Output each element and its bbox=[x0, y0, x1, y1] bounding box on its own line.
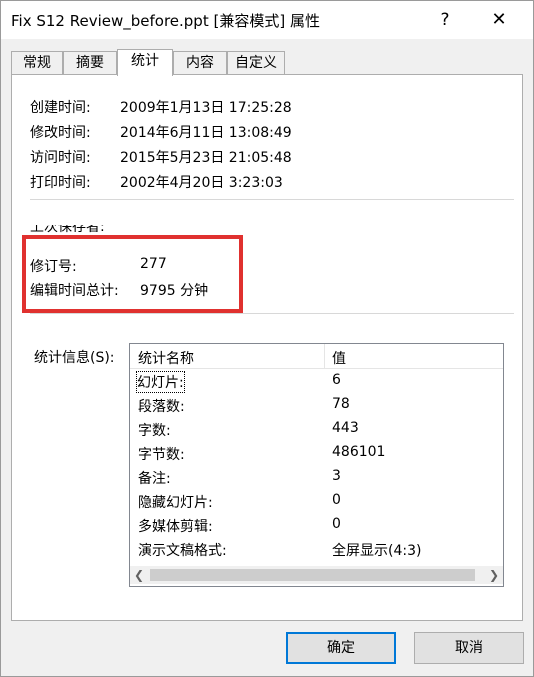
column-header-name[interactable]: 统计名称 bbox=[138, 348, 194, 368]
stat-name: 段落数: bbox=[138, 399, 185, 415]
stat-value: 全屏显示(4:3) bbox=[332, 543, 422, 559]
window-title: Fix S12 Review_before.ppt [兼容模式] 属性 bbox=[11, 12, 320, 30]
statistics-list[interactable]: 统计名称 值 幻灯片: 6 段落数: 78 字数: 443 字节数: 48610… bbox=[129, 343, 504, 587]
divider bbox=[30, 313, 514, 314]
list-item[interactable]: 备注: 3 bbox=[130, 465, 503, 489]
list-item[interactable]: 演示文稿格式: 全屏显示(4:3) bbox=[130, 537, 503, 561]
tab-contents[interactable]: 内容 bbox=[173, 51, 227, 74]
cancel-button[interactable]: 取消 bbox=[414, 632, 524, 664]
list-header: 统计名称 值 bbox=[130, 344, 503, 369]
stat-value: 486101 bbox=[332, 444, 386, 460]
accessed-label: 访问时间: bbox=[30, 150, 91, 166]
statistics-panel: 创建时间: 2009年1月13日 17:25:28 修改时间: 2014年6月1… bbox=[11, 74, 523, 621]
revision-label: 修订号: bbox=[30, 259, 77, 275]
statistics-label: 统计信息(S): bbox=[34, 350, 115, 366]
tab-summary[interactable]: 摘要 bbox=[63, 51, 117, 74]
printed-value: 2002年4月20日 3:23:03 bbox=[120, 175, 283, 191]
help-button[interactable]: ? bbox=[431, 6, 459, 34]
column-divider[interactable] bbox=[324, 344, 325, 368]
divider bbox=[30, 199, 514, 200]
list-item[interactable]: 幻灯片: 6 bbox=[130, 369, 503, 393]
stat-name: 演示文稿格式: bbox=[138, 543, 227, 559]
stat-value: 443 bbox=[332, 420, 359, 436]
stat-name: 隐藏幻灯片: bbox=[138, 495, 213, 511]
column-header-value[interactable]: 值 bbox=[332, 348, 346, 368]
printed-label: 打印时间: bbox=[30, 175, 91, 191]
list-item[interactable]: 字数: 443 bbox=[130, 417, 503, 441]
stat-value: 3 bbox=[332, 468, 341, 484]
editing-time-label: 编辑时间总计: bbox=[30, 283, 119, 299]
created-value: 2009年1月13日 17:25:28 bbox=[120, 100, 292, 116]
list-item[interactable]: 多媒体剪辑: 0 bbox=[130, 513, 503, 537]
ok-button[interactable]: 确定 bbox=[286, 632, 396, 664]
properties-dialog: Fix S12 Review_before.ppt [兼容模式] 属性 ? ✕ … bbox=[0, 0, 534, 677]
stat-name: 幻灯片: bbox=[136, 371, 185, 393]
title-bar: Fix S12 Review_before.ppt [兼容模式] 属性 ? ✕ bbox=[1, 1, 533, 39]
last-saved-label: 上次保存者: bbox=[30, 225, 105, 235]
scroll-right-icon[interactable]: ❯ bbox=[485, 566, 503, 584]
editing-time-value: 9795 分钟 bbox=[140, 283, 209, 299]
stat-name: 多媒体剪辑: bbox=[138, 519, 213, 535]
stat-value: 6 bbox=[332, 372, 341, 388]
modified-label: 修改时间: bbox=[30, 125, 91, 141]
stat-name: 字节数: bbox=[138, 447, 185, 463]
horizontal-scrollbar[interactable]: ❮ ❯ bbox=[130, 566, 503, 584]
close-button[interactable]: ✕ bbox=[485, 6, 513, 34]
tab-custom[interactable]: 自定义 bbox=[227, 51, 285, 74]
tab-statistics[interactable]: 统计 bbox=[117, 49, 173, 76]
tab-general[interactable]: 常规 bbox=[11, 51, 63, 74]
revision-value: 277 bbox=[140, 256, 167, 272]
stat-value: 0 bbox=[332, 492, 341, 508]
accessed-value: 2015年5月23日 21:05:48 bbox=[120, 150, 292, 166]
modified-value: 2014年6月11日 13:08:49 bbox=[120, 125, 292, 141]
scroll-left-icon[interactable]: ❮ bbox=[130, 566, 148, 584]
list-item[interactable]: 段落数: 78 bbox=[130, 393, 503, 417]
stat-value: 0 bbox=[332, 516, 341, 532]
stat-value: 78 bbox=[332, 396, 350, 412]
created-label: 创建时间: bbox=[30, 100, 91, 116]
list-item[interactable]: 隐藏幻灯片: 0 bbox=[130, 489, 503, 513]
scrollbar-thumb[interactable] bbox=[150, 569, 475, 581]
stat-name: 备注: bbox=[138, 471, 171, 487]
stat-name: 字数: bbox=[138, 423, 171, 439]
list-item[interactable]: 字节数: 486101 bbox=[130, 441, 503, 465]
